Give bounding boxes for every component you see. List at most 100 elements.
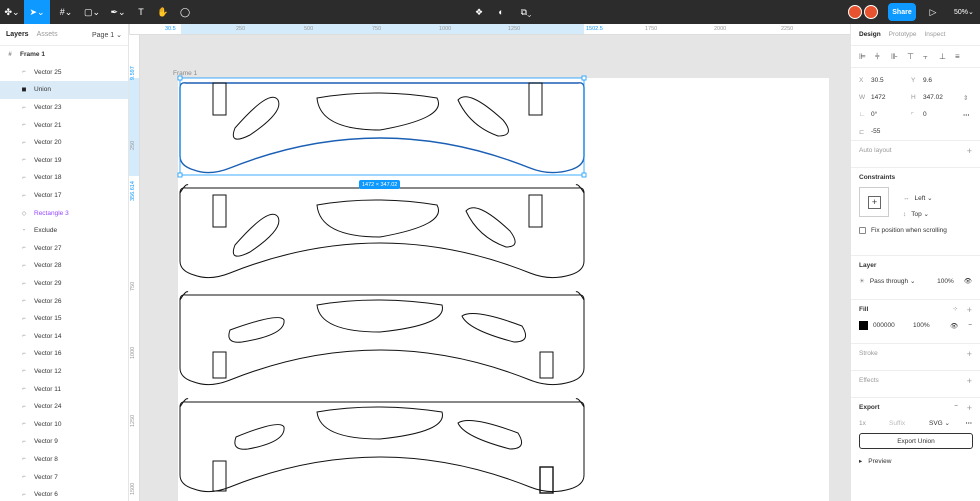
tab-layers[interactable]: Layers: [6, 31, 29, 38]
layer-row[interactable]: ⌐ Vector 14: [0, 328, 128, 346]
export-format-select[interactable]: SVG: [929, 420, 943, 427]
resize-handle[interactable]: [177, 75, 183, 81]
add-icon[interactable]: +: [967, 349, 972, 359]
fill-hex-input[interactable]: 000000: [873, 322, 913, 329]
present-button[interactable]: ▷: [926, 0, 940, 24]
add-icon[interactable]: +: [967, 146, 972, 156]
align-top-icon[interactable]: ⊤: [907, 52, 923, 61]
layer-row[interactable]: ⌐ Vector 26: [0, 292, 128, 310]
avatar[interactable]: [848, 5, 862, 19]
add-icon[interactable]: +: [967, 376, 972, 386]
layer-row[interactable]: ◇ Rectangle 3: [0, 204, 128, 222]
layer-row[interactable]: ◼ Union: [0, 81, 128, 99]
selection-box[interactable]: [177, 75, 587, 178]
page-selector[interactable]: Page 1 ⌄: [92, 31, 122, 39]
fill-color-swatch[interactable]: [859, 321, 868, 330]
layer-row[interactable]: ⌐ Vector 24: [0, 398, 128, 416]
export-suffix-input[interactable]: Suffix: [889, 420, 929, 427]
layer-row[interactable]: ⌐ Vector 10: [0, 415, 128, 433]
layer-row[interactable]: ⌐ Vector 20: [0, 134, 128, 152]
export-scale-select[interactable]: 1x: [859, 420, 889, 427]
layer-row[interactable]: ⌐ Vector 28: [0, 257, 128, 275]
height-input[interactable]: 347.02: [923, 94, 963, 101]
component-tool-button[interactable]: ❖: [470, 0, 488, 24]
export-button[interactable]: Export Union: [859, 433, 973, 449]
vector-shape[interactable]: [179, 291, 585, 386]
boolean-tool-button[interactable]: ⧉⌄: [514, 0, 538, 24]
vector-shape[interactable]: [179, 184, 585, 279]
preview-toggle[interactable]: ▸ Preview: [859, 457, 972, 466]
add-icon[interactable]: +: [967, 305, 972, 315]
horizontal-constraint-select[interactable]: ↔ Left ⌄: [903, 190, 933, 206]
layer-row[interactable]: ⌐ Vector 19: [0, 152, 128, 170]
blend-mode-select[interactable]: Pass through: [870, 278, 908, 285]
width-input[interactable]: 1472: [871, 94, 911, 101]
frame-tool-button[interactable]: #⌄: [54, 0, 78, 24]
y-input[interactable]: 9.6: [923, 77, 963, 84]
constrain-proportions-icon[interactable]: ⇕: [963, 94, 968, 102]
x-input[interactable]: 30.5: [871, 77, 911, 84]
tab-assets[interactable]: Assets: [37, 31, 58, 38]
more-options-icon[interactable]: ⋯: [963, 111, 970, 119]
spacing-input[interactable]: -55: [871, 128, 911, 135]
comment-tool-button[interactable]: ◯: [176, 0, 194, 24]
main-menu-button[interactable]: ✤⌄: [0, 0, 24, 24]
layer-row[interactable]: ⌐ Vector 17: [0, 187, 128, 205]
layer-row[interactable]: ⌐ Vector 16: [0, 345, 128, 363]
layer-row[interactable]: ⌐ Vector 29: [0, 275, 128, 293]
distribute-icon[interactable]: ≡: [955, 52, 971, 61]
union-shape[interactable]: [179, 82, 585, 174]
avatar[interactable]: [864, 5, 878, 19]
layer-row[interactable]: ⌐ Vector 27: [0, 240, 128, 258]
align-center-h-icon[interactable]: ⫩: [875, 52, 891, 62]
artwork-layer[interactable]: [140, 35, 850, 501]
tab-inspect[interactable]: Inspect: [925, 31, 946, 38]
mask-tool-button[interactable]: ◐: [492, 0, 510, 24]
text-tool-button[interactable]: T: [132, 0, 150, 24]
zoom-dropdown[interactable]: 50% ⌄: [954, 0, 974, 24]
design-canvas[interactable]: Frame 1 1472 × 347.02: [140, 35, 850, 501]
tab-prototype[interactable]: Prototype: [889, 31, 917, 38]
eye-icon[interactable]: 👁: [950, 322, 958, 330]
layer-row[interactable]: ⁃ Exclude: [0, 222, 128, 240]
layer-row[interactable]: ⌐ Vector 7: [0, 468, 128, 486]
eye-icon[interactable]: 👁: [964, 277, 972, 285]
layer-opacity-input[interactable]: 100%: [937, 278, 954, 285]
radius-input[interactable]: 0: [923, 111, 963, 118]
vertical-constraint-select[interactable]: ↕ Top ⌄: [903, 206, 933, 222]
add-icon[interactable]: +: [967, 403, 972, 413]
fill-opacity-input[interactable]: 100%: [913, 322, 930, 329]
layer-frame[interactable]: # Frame 1: [0, 46, 128, 64]
layer-row[interactable]: ⌐ Vector 23: [0, 99, 128, 117]
layer-row[interactable]: ⌐ Vector 12: [0, 363, 128, 381]
align-right-icon[interactable]: ⊪: [891, 52, 907, 61]
share-button[interactable]: Share: [888, 3, 916, 21]
vector-shape[interactable]: [179, 398, 585, 494]
styles-grid-icon[interactable]: ⁘: [953, 305, 958, 313]
minus-icon[interactable]: −: [968, 322, 972, 329]
hand-tool-button[interactable]: ✋: [154, 0, 172, 24]
layer-row[interactable]: ⌐ Vector 11: [0, 380, 128, 398]
fix-position-row[interactable]: Fix position when scrolling: [859, 227, 972, 234]
rotation-input[interactable]: 0°: [871, 111, 911, 118]
layer-row[interactable]: ⌐ Vector 21: [0, 116, 128, 134]
align-left-icon[interactable]: ⊫: [859, 52, 875, 61]
layer-row[interactable]: ⌐ Vector 18: [0, 169, 128, 187]
constraint-widget[interactable]: +: [859, 187, 889, 217]
layer-row[interactable]: ⌐ Vector 9: [0, 433, 128, 451]
align-bottom-icon[interactable]: ⊥: [939, 52, 955, 61]
layer-row[interactable]: ⌐ Vector 8: [0, 451, 128, 469]
layer-row[interactable]: ⌐ Vector 15: [0, 310, 128, 328]
more-options-icon[interactable]: ⋯: [966, 419, 973, 427]
tab-design[interactable]: Design: [859, 31, 881, 38]
resize-handle[interactable]: [581, 75, 587, 81]
resize-handle[interactable]: [581, 172, 587, 178]
minus-icon[interactable]: −: [954, 403, 958, 410]
layer-row[interactable]: ⌐ Vector 6: [0, 486, 128, 501]
move-tool-button[interactable]: ➤⌄: [24, 0, 50, 24]
layer-row[interactable]: ⌐ Vector 25: [0, 64, 128, 82]
shape-tool-button[interactable]: ▢⌄: [80, 0, 104, 24]
align-center-v-icon[interactable]: ⫟: [923, 52, 939, 62]
pen-tool-button[interactable]: ✒⌄: [106, 0, 130, 24]
resize-handle[interactable]: [177, 172, 183, 178]
